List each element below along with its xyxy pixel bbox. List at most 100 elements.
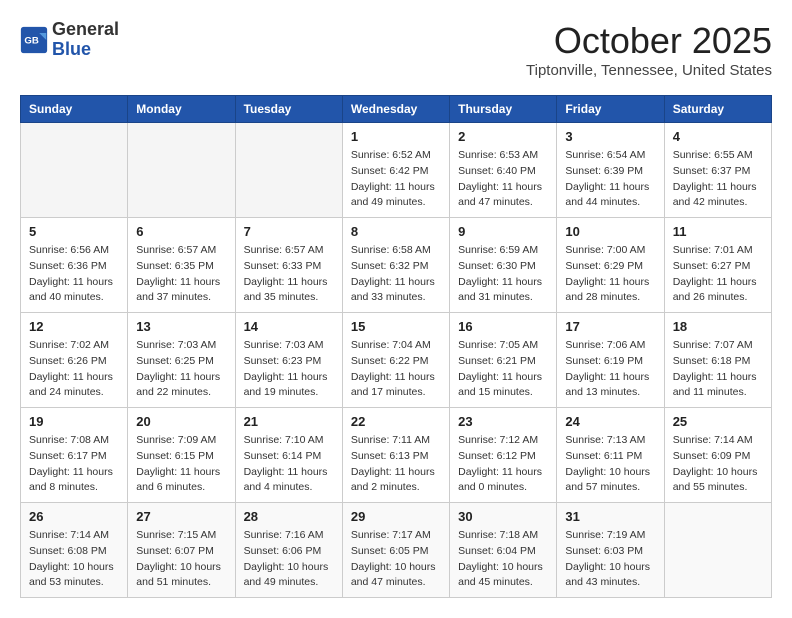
- day-number: 24: [565, 414, 655, 429]
- calendar-cell: 5 Sunrise: 6:56 AMSunset: 6:36 PMDaylight…: [21, 218, 128, 313]
- day-info: Sunrise: 7:02 AMSunset: 6:26 PMDaylight:…: [29, 338, 119, 401]
- day-number: 11: [673, 224, 763, 239]
- week-row-1: 1Sunrise: 6:52 AMSunset: 6:42 PMDaylight…: [21, 123, 772, 218]
- calendar-cell: [235, 123, 342, 218]
- location: Tiptonville, Tennessee, United States: [526, 62, 772, 79]
- day-info: Sunrise: 7:09 AMSunset: 6:15 PMDaylight:…: [136, 433, 226, 496]
- day-number: 9: [458, 224, 548, 239]
- day-info: Sunrise: 7:15 AMSunset: 6:07 PMDaylight:…: [136, 528, 226, 591]
- day-number: 5: [29, 224, 119, 239]
- day-info: Sunrise: 7:03 AMSunset: 6:25 PMDaylight:…: [136, 338, 226, 401]
- week-row-5: 26 Sunrise: 7:14 AMSunset: 6:08 PMDayligh…: [21, 503, 772, 598]
- svg-text:GB: GB: [24, 35, 38, 46]
- day-info: Sunrise: 7:19 AMSunset: 6:03 PMDaylight:…: [565, 528, 655, 591]
- calendar-cell: [128, 123, 235, 218]
- logo-general-text: General: [52, 19, 119, 39]
- day-info: Sunrise: 6:55 AMSunset: 6:37 PMDaylight:…: [673, 148, 763, 211]
- day-info: Sunrise: 7:11 AMSunset: 6:13 PMDaylight:…: [351, 433, 441, 496]
- day-info: Sunrise: 7:10 AMSunset: 6:14 PMDaylight:…: [244, 433, 334, 496]
- day-number: 20: [136, 414, 226, 429]
- day-number: 22: [351, 414, 441, 429]
- calendar-cell: 16 Sunrise: 7:05 AMSunset: 6:21 PMDayligh…: [450, 313, 557, 408]
- day-number: 15: [351, 319, 441, 334]
- calendar-cell: 6 Sunrise: 6:57 AMSunset: 6:35 PMDaylight…: [128, 218, 235, 313]
- day-number: 12: [29, 319, 119, 334]
- day-number: 23: [458, 414, 548, 429]
- day-number: 17: [565, 319, 655, 334]
- calendar-cell: 10 Sunrise: 7:00 AMSunset: 6:29 PMDayligh…: [557, 218, 664, 313]
- day-number: 16: [458, 319, 548, 334]
- day-info: Sunrise: 6:58 AMSunset: 6:32 PMDaylight:…: [351, 243, 441, 306]
- calendar-cell: 19Sunrise: 7:08 AMSunset: 6:17 PMDayligh…: [21, 408, 128, 503]
- calendar-cell: 27 Sunrise: 7:15 AMSunset: 6:07 PMDayligh…: [128, 503, 235, 598]
- calendar-cell: 7 Sunrise: 6:57 AMSunset: 6:33 PMDaylight…: [235, 218, 342, 313]
- day-info: Sunrise: 7:16 AMSunset: 6:06 PMDaylight:…: [244, 528, 334, 591]
- day-info: Sunrise: 7:18 AMSunset: 6:04 PMDaylight:…: [458, 528, 548, 591]
- day-number: 14: [244, 319, 334, 334]
- logo-icon: GB: [20, 26, 48, 54]
- logo-blue-text: Blue: [52, 39, 91, 59]
- calendar-cell: 22 Sunrise: 7:11 AMSunset: 6:13 PMDayligh…: [342, 408, 449, 503]
- day-number: 4: [673, 129, 763, 144]
- calendar-cell: 15 Sunrise: 7:04 AMSunset: 6:22 PMDayligh…: [342, 313, 449, 408]
- calendar-table: SundayMondayTuesdayWednesdayThursdayFrid…: [20, 95, 772, 598]
- page-header: GB General Blue October 2025 Tiptonville…: [20, 20, 772, 79]
- calendar-cell: 2Sunrise: 6:53 AMSunset: 6:40 PMDaylight…: [450, 123, 557, 218]
- header-day-wednesday: Wednesday: [342, 96, 449, 123]
- day-info: Sunrise: 7:14 AMSunset: 6:08 PMDaylight:…: [29, 528, 119, 591]
- day-number: 1: [351, 129, 441, 144]
- day-info: Sunrise: 7:01 AMSunset: 6:27 PMDaylight:…: [673, 243, 763, 306]
- day-number: 2: [458, 129, 548, 144]
- day-info: Sunrise: 7:00 AMSunset: 6:29 PMDaylight:…: [565, 243, 655, 306]
- logo: GB General Blue: [20, 20, 119, 60]
- day-number: 26: [29, 509, 119, 524]
- calendar-cell: 1Sunrise: 6:52 AMSunset: 6:42 PMDaylight…: [342, 123, 449, 218]
- week-row-3: 12 Sunrise: 7:02 AMSunset: 6:26 PMDayligh…: [21, 313, 772, 408]
- day-info: Sunrise: 6:57 AMSunset: 6:33 PMDaylight:…: [244, 243, 334, 306]
- header-day-thursday: Thursday: [450, 96, 557, 123]
- day-info: Sunrise: 7:17 AMSunset: 6:05 PMDaylight:…: [351, 528, 441, 591]
- day-info: Sunrise: 7:07 AMSunset: 6:18 PMDaylight:…: [673, 338, 763, 401]
- calendar-cell: 14 Sunrise: 7:03 AMSunset: 6:23 PMDayligh…: [235, 313, 342, 408]
- day-info: Sunrise: 7:06 AMSunset: 6:19 PMDaylight:…: [565, 338, 655, 401]
- calendar-cell: 29Sunrise: 7:17 AMSunset: 6:05 PMDayligh…: [342, 503, 449, 598]
- day-number: 8: [351, 224, 441, 239]
- calendar-cell: 3Sunrise: 6:54 AMSunset: 6:39 PMDaylight…: [557, 123, 664, 218]
- calendar-cell: 24 Sunrise: 7:13 AMSunset: 6:11 PMDayligh…: [557, 408, 664, 503]
- day-info: Sunrise: 7:13 AMSunset: 6:11 PMDaylight:…: [565, 433, 655, 496]
- title-block: October 2025 Tiptonville, Tennessee, Uni…: [526, 20, 772, 79]
- day-number: 7: [244, 224, 334, 239]
- header-day-monday: Monday: [128, 96, 235, 123]
- header-day-friday: Friday: [557, 96, 664, 123]
- day-info: Sunrise: 7:04 AMSunset: 6:22 PMDaylight:…: [351, 338, 441, 401]
- calendar-cell: 31Sunrise: 7:19 AMSunset: 6:03 PMDayligh…: [557, 503, 664, 598]
- day-number: 27: [136, 509, 226, 524]
- calendar-cell: [21, 123, 128, 218]
- day-number: 25: [673, 414, 763, 429]
- day-info: Sunrise: 6:56 AMSunset: 6:36 PMDaylight:…: [29, 243, 119, 306]
- day-number: 30: [458, 509, 548, 524]
- calendar-cell: 20 Sunrise: 7:09 AMSunset: 6:15 PMDayligh…: [128, 408, 235, 503]
- calendar-cell: 4 Sunrise: 6:55 AMSunset: 6:37 PMDaylight…: [664, 123, 771, 218]
- day-info: Sunrise: 7:14 AMSunset: 6:09 PMDaylight:…: [673, 433, 763, 496]
- header-day-sunday: Sunday: [21, 96, 128, 123]
- calendar-cell: 25 Sunrise: 7:14 AMSunset: 6:09 PMDayligh…: [664, 408, 771, 503]
- header-day-tuesday: Tuesday: [235, 96, 342, 123]
- calendar-cell: 18 Sunrise: 7:07 AMSunset: 6:18 PMDayligh…: [664, 313, 771, 408]
- calendar-cell: 8 Sunrise: 6:58 AMSunset: 6:32 PMDaylight…: [342, 218, 449, 313]
- week-row-4: 19Sunrise: 7:08 AMSunset: 6:17 PMDayligh…: [21, 408, 772, 503]
- calendar-cell: 30 Sunrise: 7:18 AMSunset: 6:04 PMDayligh…: [450, 503, 557, 598]
- calendar-cell: 11 Sunrise: 7:01 AMSunset: 6:27 PMDayligh…: [664, 218, 771, 313]
- day-number: 6: [136, 224, 226, 239]
- day-info: Sunrise: 7:03 AMSunset: 6:23 PMDaylight:…: [244, 338, 334, 401]
- calendar-cell: 21Sunrise: 7:10 AMSunset: 6:14 PMDayligh…: [235, 408, 342, 503]
- calendar-cell: 23 Sunrise: 7:12 AMSunset: 6:12 PMDayligh…: [450, 408, 557, 503]
- day-info: Sunrise: 6:59 AMSunset: 6:30 PMDaylight:…: [458, 243, 548, 306]
- day-number: 18: [673, 319, 763, 334]
- day-info: Sunrise: 7:12 AMSunset: 6:12 PMDaylight:…: [458, 433, 548, 496]
- day-info: Sunrise: 7:05 AMSunset: 6:21 PMDaylight:…: [458, 338, 548, 401]
- day-number: 10: [565, 224, 655, 239]
- day-info: Sunrise: 6:57 AMSunset: 6:35 PMDaylight:…: [136, 243, 226, 306]
- month-title: October 2025: [526, 20, 772, 62]
- day-number: 28: [244, 509, 334, 524]
